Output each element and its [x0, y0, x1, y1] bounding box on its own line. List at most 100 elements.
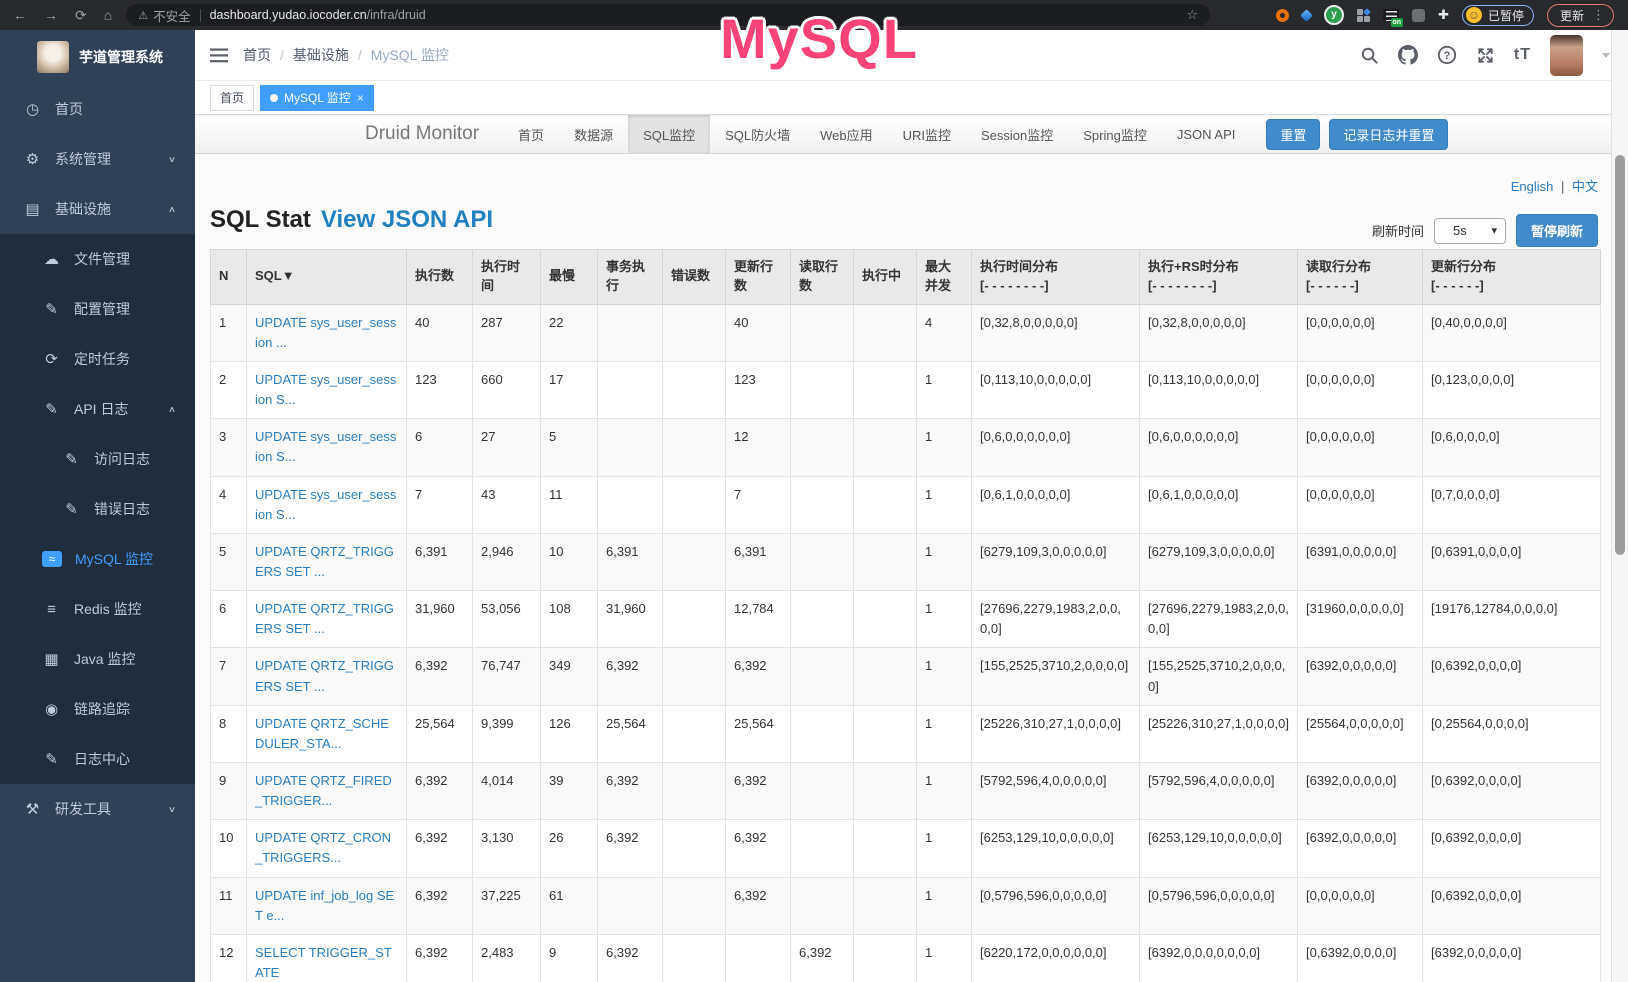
extension-list-icon[interactable]: on [1383, 9, 1399, 22]
edit-icon: ✎ [42, 300, 61, 318]
sidebar-item-redis-monitor[interactable]: ≡Redis 监控 [0, 584, 195, 634]
sql-link[interactable]: SELECT TRIGGER_STATE [255, 945, 392, 980]
sql-link[interactable]: UPDATE sys_user_session S... [255, 372, 396, 407]
reset-button[interactable]: 重置 [1266, 119, 1320, 150]
table-cell: [6392,0,0,0,0,0,0,0] [1140, 934, 1298, 982]
druid-menu-item[interactable]: SQL监控 [628, 115, 710, 153]
extension-green-icon[interactable]: y [1324, 5, 1344, 25]
sidebar-item-system[interactable]: ⚙系统管理∨ [0, 134, 195, 184]
sidebar-item-trace[interactable]: ◉链路追踪 [0, 684, 195, 734]
column-header[interactable]: SQL▼ [247, 250, 407, 305]
column-header[interactable]: 事务执行 [598, 250, 663, 305]
sql-link[interactable]: UPDATE sys_user_session S... [255, 487, 396, 522]
extension-gray-icon[interactable] [1412, 9, 1425, 22]
druid-menu-item[interactable]: 数据源 [559, 115, 628, 153]
breadcrumb-item[interactable]: 基础设施 [293, 45, 349, 65]
breadcrumb-item[interactable]: 首页 [243, 45, 271, 65]
tab-home[interactable]: 首页 [210, 85, 254, 111]
sql-link[interactable]: UPDATE QRTZ_CRON_TRIGGERS... [255, 830, 391, 865]
druid-menu-item[interactable]: Web应用 [805, 115, 888, 153]
sql-link[interactable]: UPDATE sys_user_session ... [255, 315, 396, 350]
close-icon[interactable]: × [357, 91, 364, 105]
url-bar[interactable]: ⚠ 不安全 dashboard.yudao.iocoder.cn /infra/… [126, 4, 1210, 26]
browser-back-icon[interactable]: ← [13, 0, 27, 30]
sidebar-item-infra[interactable]: ▤基础设施∧ [0, 184, 195, 234]
sidebar-item-label: Redis 监控 [74, 599, 142, 619]
table-cell: [0,123,0,0,0,0] [1423, 361, 1601, 418]
browser-menu-icon[interactable]: ⋮ [1592, 7, 1605, 23]
scrollbar[interactable] [1611, 30, 1628, 982]
sql-link[interactable]: UPDATE QRTZ_TRIGGERS SET ... [255, 601, 394, 636]
sidebar-item-log-center[interactable]: ✎日志中心 [0, 734, 195, 784]
druid-menu-item[interactable]: SQL防火墙 [710, 115, 805, 153]
browser-home-icon[interactable]: ⌂ [104, 0, 112, 30]
column-header[interactable]: 读取行分布[- - - - - -] [1298, 250, 1423, 305]
sql-link[interactable]: UPDATE QRTZ_SCHEDULER_STA... [255, 716, 389, 751]
column-header[interactable]: 执行时间 [473, 250, 541, 305]
browser-reload-icon[interactable]: ⟳ [75, 0, 87, 30]
column-header[interactable]: N [211, 250, 247, 305]
bookmark-star-icon[interactable]: ☆ [1187, 7, 1199, 23]
fullscreen-icon[interactable] [1476, 46, 1495, 65]
browser-update-button[interactable]: 更新 ⋮ [1547, 4, 1614, 27]
column-header[interactable]: 执行中 [854, 250, 917, 305]
view-json-api-link[interactable]: View JSON API [321, 206, 493, 234]
help-icon[interactable]: ? [1437, 45, 1457, 65]
sidebar-toggle-icon[interactable] [210, 48, 228, 63]
column-header[interactable]: 最慢 [541, 250, 598, 305]
sidebar-logo[interactable]: 芋道管理系统 [0, 30, 195, 84]
table-cell [598, 476, 663, 533]
extension-orange-icon[interactable] [1276, 9, 1289, 22]
table-cell: 12 [726, 419, 791, 476]
sidebar-item-mysql-monitor[interactable]: ≈MySQL 监控 [0, 534, 195, 584]
extension-gem-icon[interactable] [1300, 9, 1313, 22]
extension-grid-icon[interactable] [1357, 9, 1370, 22]
scrollbar-thumb[interactable] [1615, 155, 1625, 555]
sidebar-item-java-monitor[interactable]: ▦Java 监控 [0, 634, 195, 684]
sql-link[interactable]: UPDATE QRTZ_FIRED_TRIGGER... [255, 773, 392, 808]
log-and-reset-button[interactable]: 记录日志并重置 [1329, 119, 1448, 150]
sql-link[interactable]: UPDATE QRTZ_TRIGGERS SET ... [255, 544, 394, 579]
avatar-caret-icon[interactable] [1602, 53, 1610, 58]
druid-menu-item[interactable]: 首页 [503, 115, 559, 153]
search-icon[interactable] [1360, 46, 1379, 65]
sql-link[interactable]: UPDATE inf_job_log SET e... [255, 888, 394, 923]
tab-mysql-monitor[interactable]: MySQL 监控× [260, 85, 374, 111]
column-header[interactable]: 执行数 [407, 250, 473, 305]
sidebar-item-access-log[interactable]: ✎访问日志 [0, 434, 195, 484]
browser-forward-icon[interactable]: → [44, 0, 58, 30]
column-header[interactable]: 最大并发 [917, 250, 972, 305]
font-size-icon[interactable]: tT [1514, 46, 1531, 64]
column-header[interactable]: 错误数 [663, 250, 726, 305]
druid-menu-item[interactable]: Spring监控 [1068, 115, 1162, 153]
column-header[interactable]: 执行+RS时分布[- - - - - - - -] [1140, 250, 1298, 305]
pause-refresh-button[interactable]: 暂停刷新 [1516, 214, 1598, 247]
profile-emoji-icon: ☺ [1466, 7, 1482, 23]
sidebar-item-dev-tools[interactable]: ⚒研发工具∨ [0, 784, 195, 834]
sidebar-item-scheduled-job[interactable]: ⟳定时任务 [0, 334, 195, 384]
browser-profile-pill[interactable]: ☺ 已暂停 [1462, 5, 1534, 26]
sidebar-item-config-manage[interactable]: ✎配置管理 [0, 284, 195, 334]
druid-menu-item[interactable]: URI监控 [888, 115, 966, 153]
top-navbar: 首页/基础设施/MySQL 监控 ? tT [195, 30, 1628, 81]
sql-link[interactable]: UPDATE sys_user_session S... [255, 429, 396, 464]
column-header[interactable]: 更新行分布[- - - - - -] [1423, 250, 1601, 305]
github-icon[interactable] [1398, 45, 1418, 65]
druid-menu-item[interactable]: JSON API [1162, 115, 1251, 153]
column-header[interactable]: 读取行数 [791, 250, 854, 305]
refresh-interval-select[interactable]: 5s ▾ [1434, 218, 1506, 244]
column-header[interactable]: 更新行数 [726, 250, 791, 305]
sidebar-item-api-log[interactable]: ✎API 日志∧ [0, 384, 195, 434]
sidebar-item-home[interactable]: ◷首页 [0, 84, 195, 134]
lang-chinese-link[interactable]: 中文 [1572, 179, 1598, 194]
extensions-puzzle-icon[interactable]: ✚ [1438, 7, 1449, 23]
sidebar-item-file-manage[interactable]: ☁文件管理 [0, 234, 195, 284]
table-cell: [6392,0,0,0,0,0] [1298, 820, 1423, 877]
lang-english-link[interactable]: English [1511, 179, 1554, 194]
user-avatar[interactable] [1550, 35, 1583, 76]
druid-menu-item[interactable]: Session监控 [966, 115, 1068, 153]
column-header[interactable]: 执行时间分布[- - - - - - - -] [972, 250, 1140, 305]
sidebar-item-label: MySQL 监控 [75, 549, 153, 569]
sql-link[interactable]: UPDATE QRTZ_TRIGGERS SET ... [255, 658, 394, 693]
sidebar-item-error-log[interactable]: ✎错误日志 [0, 484, 195, 534]
